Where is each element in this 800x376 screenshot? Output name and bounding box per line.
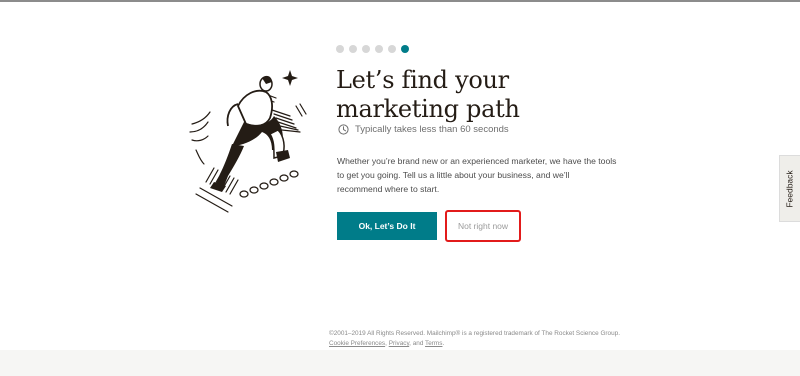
terms-link[interactable]: Terms — [425, 340, 442, 347]
progress-dot-current — [401, 45, 409, 53]
top-border — [0, 0, 800, 2]
duration-note: Typically takes less than 60 seconds — [338, 124, 509, 135]
privacy-link[interactable]: Privacy — [389, 340, 409, 347]
bottom-band — [0, 350, 800, 376]
progress-dots — [336, 45, 409, 53]
feedback-label: Feedback — [785, 169, 795, 208]
description-text: Whether you’re brand new or an experienc… — [337, 156, 617, 194]
duration-text: Typically takes less than 60 seconds — [355, 124, 509, 135]
cookie-preferences-link[interactable]: Cookie Preferences — [329, 340, 385, 347]
progress-dot — [388, 45, 396, 53]
footer-and-text: , and — [409, 340, 426, 347]
page-title: Let’s find your marketing path — [336, 66, 520, 123]
progress-dot — [349, 45, 357, 53]
progress-dot — [336, 45, 344, 53]
footer-period: . — [442, 340, 445, 347]
progress-dot — [362, 45, 370, 53]
copyright-text: ©2001–2019 All Rights Reserved. Mailchim… — [329, 330, 620, 337]
feedback-tab[interactable]: Feedback — [779, 155, 800, 222]
progress-dot — [375, 45, 383, 53]
footer: ©2001–2019 All Rights Reserved. Mailchim… — [329, 329, 620, 349]
footer-links: Cookie Preferences, Privacy, and Terms. — [329, 339, 620, 349]
lets-do-it-button[interactable]: Ok, Let’s Do It — [337, 212, 437, 240]
not-right-now-button[interactable]: Not right now — [445, 210, 521, 242]
clock-icon — [338, 124, 349, 135]
person-climbing-stairs-illustration — [189, 70, 307, 213]
